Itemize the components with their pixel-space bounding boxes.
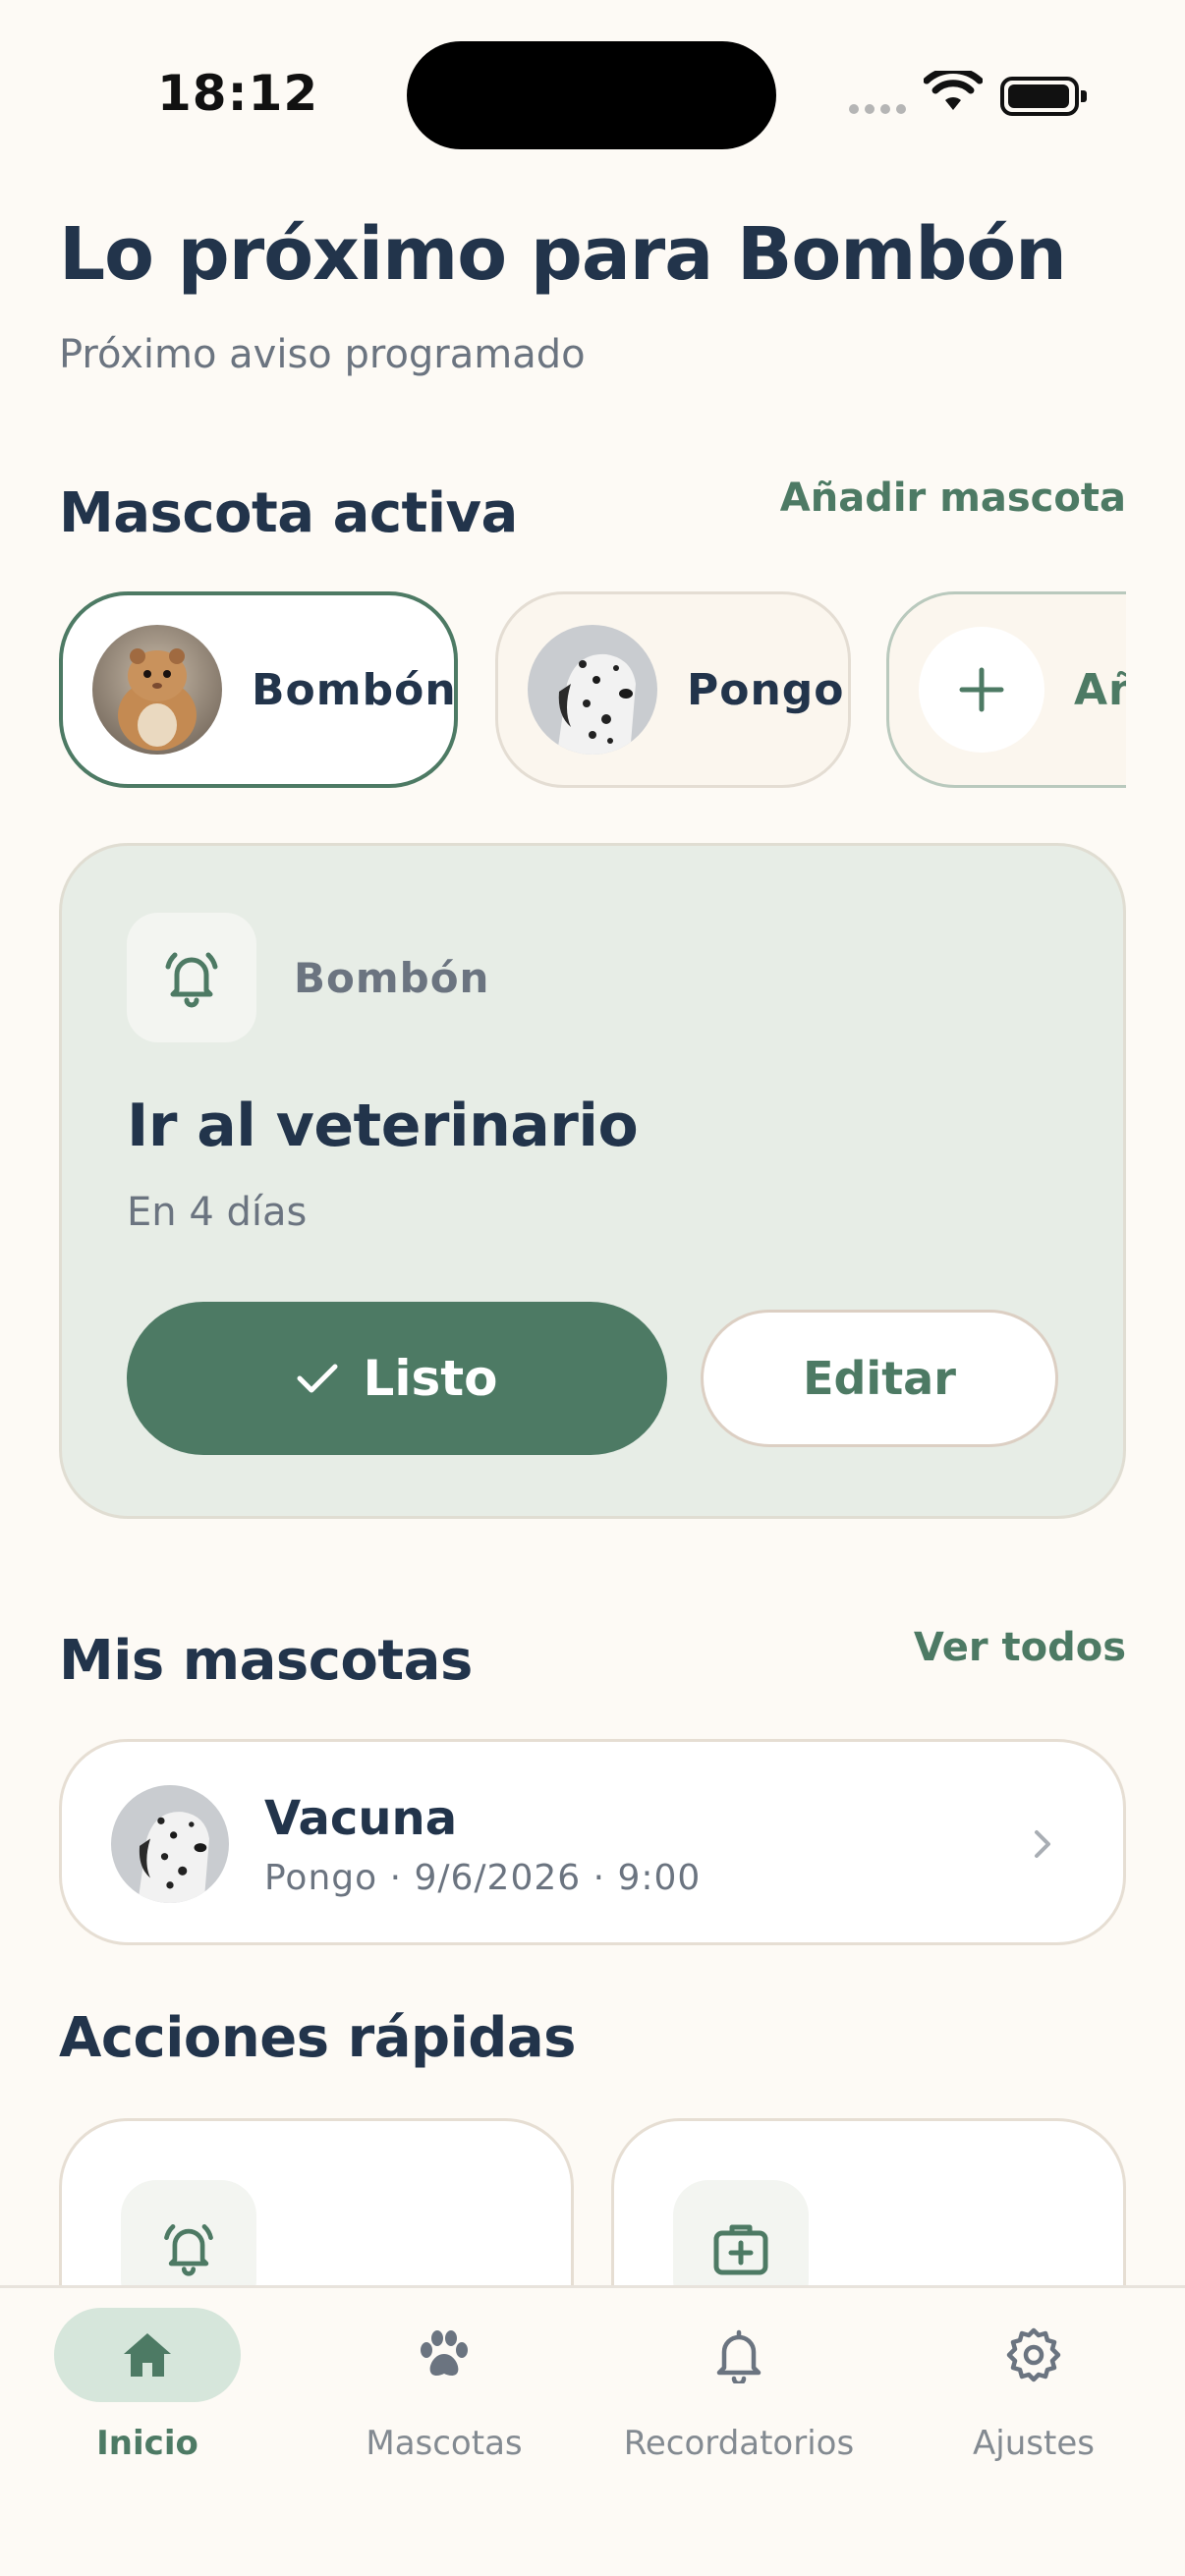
done-button[interactable]: Listo xyxy=(127,1302,667,1455)
page-subtitle: Próximo aviso programado xyxy=(59,332,586,377)
active-pet-title: Mascota activa xyxy=(59,481,518,545)
edit-button-label: Editar xyxy=(803,1352,956,1405)
gear-icon xyxy=(940,2308,1127,2402)
reminder-when: En 4 días xyxy=(127,1190,308,1235)
check-icon xyxy=(297,1364,338,1393)
quick-actions-title: Acciones rápidas xyxy=(59,2006,576,2070)
add-pet-link[interactable]: Añadir mascota xyxy=(780,476,1126,521)
battery-icon xyxy=(1000,77,1087,116)
paw-icon xyxy=(351,2308,537,2402)
tab-label: Inicio xyxy=(96,2424,198,2463)
dalmatian-avatar xyxy=(528,625,657,755)
bell-icon xyxy=(127,913,256,1042)
next-reminder-card: Bombón Ir al veterinario En 4 días Listo… xyxy=(59,843,1126,1519)
pet-chip-label: Pongo xyxy=(687,664,845,715)
tab-label: Ajustes xyxy=(973,2424,1095,2463)
chevron-right-icon xyxy=(1035,1830,1050,1858)
tab-label: Mascotas xyxy=(366,2424,523,2463)
tab-bar: Inicio Mascotas Recordatorios Ajustes xyxy=(0,2285,1185,2576)
pet-chip-bombon[interactable]: Bombón xyxy=(59,591,458,788)
dynamic-island xyxy=(407,41,776,149)
page-title: Lo próximo para Bombón xyxy=(59,212,1067,297)
dalmatian-avatar xyxy=(111,1785,229,1903)
list-item-subtitle: Pongo · 9/6/2026 · 9:00 xyxy=(264,1858,702,1898)
edit-button[interactable]: Editar xyxy=(701,1310,1058,1447)
status-time: 18:12 xyxy=(157,65,319,122)
tab-label: Recordatorios xyxy=(623,2424,855,2463)
app-screen: 18:12 Lo próximo para Bombón Próximo avi… xyxy=(0,0,1185,2576)
my-pets-title: Mis mascotas xyxy=(59,1629,473,1693)
reminder-pet-name: Bombón xyxy=(294,954,490,1002)
tab-home[interactable]: Inicio xyxy=(0,2308,295,2524)
bell-icon xyxy=(646,2308,832,2402)
list-item-title: Vacuna xyxy=(264,1791,458,1846)
pet-selector: Bombón Pongo Añ xyxy=(59,591,1126,788)
pet-chip-pongo[interactable]: Pongo xyxy=(495,591,851,788)
pet-chip-label: Bombón xyxy=(252,664,457,715)
add-pet-chip-label: Añ xyxy=(1074,664,1126,715)
tab-settings[interactable]: Ajustes xyxy=(886,2308,1181,2524)
signal-icon xyxy=(849,104,906,114)
add-pet-chip[interactable]: Añ xyxy=(886,591,1126,788)
see-all-link[interactable]: Ver todos xyxy=(914,1625,1126,1670)
done-button-label: Listo xyxy=(363,1350,498,1407)
reminder-title: Ir al veterinario xyxy=(127,1092,639,1160)
hamster-avatar xyxy=(92,625,222,755)
tab-reminders[interactable]: Recordatorios xyxy=(592,2308,886,2524)
plus-icon xyxy=(919,627,1044,753)
wifi-icon xyxy=(924,71,983,110)
list-item[interactable]: Vacuna Pongo · 9/6/2026 · 9:00 xyxy=(59,1739,1126,1945)
home-icon xyxy=(54,2308,241,2402)
tab-pets[interactable]: Mascotas xyxy=(297,2308,592,2524)
